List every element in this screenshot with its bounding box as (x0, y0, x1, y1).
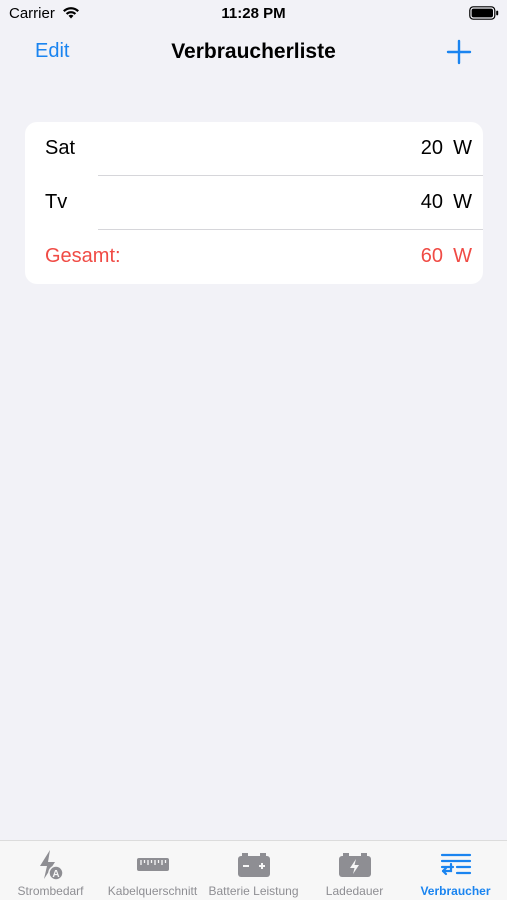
tab-kabelquerschnitt[interactable]: Kabelquerschnitt (102, 841, 203, 900)
svg-text:A: A (52, 869, 59, 880)
battery-charge-icon (338, 853, 371, 877)
item-name: Tv (45, 191, 68, 213)
battery-plus-minus-icon (237, 853, 270, 877)
status-bar: Carrier 11:28 PM (0, 0, 507, 28)
plus-icon (446, 39, 472, 65)
tab-label: Kabelquerschnitt (107, 884, 198, 898)
ruler-icon (136, 858, 169, 871)
tab-strombedarf[interactable]: A Strombedarf (0, 841, 101, 900)
item-value: 20 (420, 137, 443, 159)
tab-label: Verbraucher (420, 884, 491, 898)
total-unit: W (453, 245, 472, 267)
tab-ladedauer[interactable]: Ladedauer (304, 841, 405, 900)
bolt-a-icon: A (39, 850, 64, 881)
list-item[interactable]: Tv 40 W (25, 176, 483, 230)
item-name: Sat (45, 137, 76, 159)
add-button[interactable] (446, 39, 472, 65)
tab-bar: A Strombedarf Kabelquerschnitt Batterie … (0, 840, 507, 900)
total-value: 60 (420, 245, 443, 267)
tab-verbraucher[interactable]: Verbraucher (405, 841, 506, 900)
tab-batterie-leistung[interactable]: Batterie Leistung (203, 841, 304, 900)
item-value: 40 (420, 191, 443, 213)
status-time: 11:28 PM (221, 5, 286, 22)
total-row: Gesamt: 60 W (25, 230, 483, 284)
tab-label: Batterie Leistung (208, 884, 299, 898)
edit-button[interactable]: Edit (35, 40, 69, 63)
tab-label: Strombedarf (17, 884, 84, 898)
consumer-list: Sat 20 W Tv 40 W Gesamt: 60 W (25, 122, 483, 284)
tab-label: Ladedauer (325, 884, 384, 898)
item-unit: W (453, 137, 472, 159)
battery-icon (469, 6, 499, 20)
total-label: Gesamt: (45, 245, 121, 267)
page-title: Verbraucherliste (171, 40, 336, 63)
navigation-bar: Edit Verbraucherliste (0, 30, 507, 76)
list-item[interactable]: Sat 20 W (25, 122, 483, 176)
item-unit: W (453, 191, 472, 213)
list-icon (440, 853, 471, 876)
